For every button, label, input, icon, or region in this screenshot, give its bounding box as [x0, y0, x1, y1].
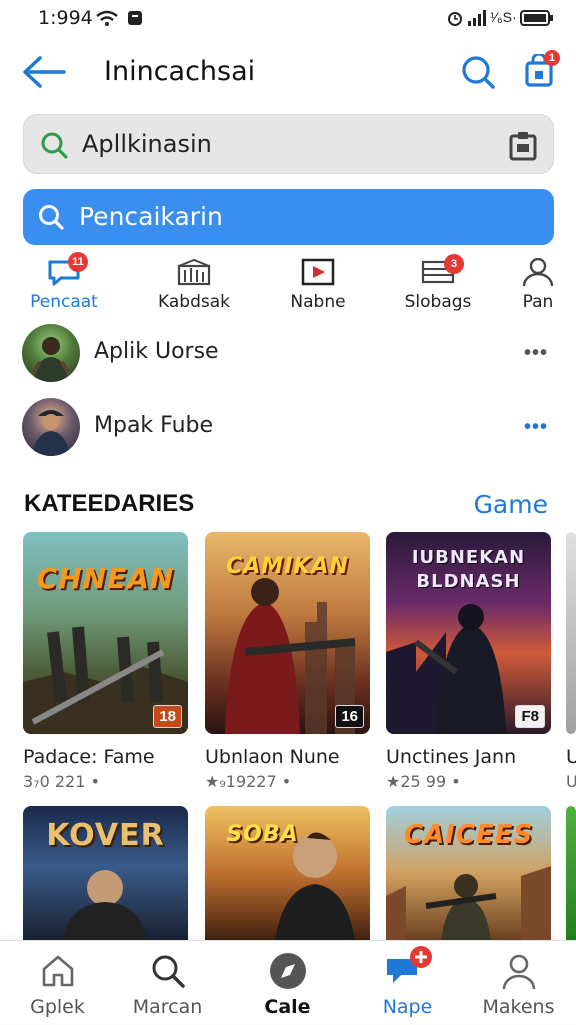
game-logo: CAMIKAN [226, 554, 349, 579]
game-card[interactable]: U U [566, 532, 576, 832]
age-rating-badge: 18 [153, 705, 182, 728]
tab-badge: 3 [444, 254, 464, 274]
alarm-icon [448, 12, 462, 26]
game-cover: CAMIKAN 16 [205, 532, 370, 734]
tab-label: Kabdsak [158, 292, 230, 312]
nav-label: Makens [482, 996, 555, 1018]
signal-icon [468, 10, 486, 26]
nav-item-makens[interactable]: Makens [461, 941, 576, 1025]
shopping-bag-button[interactable]: 1 [524, 50, 560, 88]
primary-search-button[interactable]: Pencaikarin [23, 189, 554, 245]
game-stats: U [566, 772, 576, 791]
game-title: U [566, 746, 576, 768]
notification-icon [128, 11, 142, 25]
network-label: ¹⁄₆S· [490, 9, 517, 25]
nav-item-nape[interactable]: Nape [350, 941, 465, 1025]
status-time: 1:994 [38, 7, 93, 29]
tab-nabne[interactable]: Nabne [282, 254, 354, 316]
game-stats: 3₇0 221 • [23, 772, 100, 791]
avatar [22, 324, 80, 382]
tab-slobags[interactable]: 3 Slobags [400, 254, 476, 316]
game-logo: CHNEAN [36, 562, 175, 595]
avatar-figure [32, 337, 70, 382]
search-value: Apllkinasin [82, 130, 212, 158]
game-card[interactable]: SOBA [205, 806, 370, 941]
game-card[interactable]: CAICEES [386, 806, 551, 941]
nav-label: Cale [264, 996, 311, 1018]
see-all-link[interactable]: Game [474, 490, 548, 519]
game-title: Unctines Jann [386, 746, 517, 768]
search-icon[interactable] [460, 54, 496, 90]
section-title: KATEEDARIES [24, 490, 195, 517]
list-item[interactable]: Aplik Uorse ••• [22, 324, 554, 386]
age-rating-badge: F8 [515, 705, 545, 728]
age-rating-badge: 16 [335, 705, 364, 728]
person-icon [502, 954, 535, 990]
compass-icon [269, 953, 306, 989]
more-options-icon[interactable]: ••• [524, 342, 548, 365]
bag-badge: 1 [544, 50, 560, 66]
game-cover: IUBNEKAN BLDNASH F8 [386, 532, 551, 734]
tab-label: Pan [522, 292, 554, 312]
battery-icon [520, 10, 553, 26]
page-title: Inincachsai [104, 56, 256, 87]
chat-plus-icon [386, 946, 432, 983]
tab-pan[interactable]: Pan [516, 254, 560, 316]
game-logo: SOBA [226, 822, 299, 847]
game-cover [566, 532, 576, 734]
tab-label: Slobags [404, 292, 472, 312]
game-cover: CHNEAN 18 [23, 532, 188, 734]
person-icon [522, 258, 554, 286]
avatar-figure [32, 410, 70, 456]
search-field[interactable]: Apllkinasin [23, 114, 554, 174]
clipboard-icon[interactable] [509, 131, 537, 161]
search-icon [39, 205, 64, 230]
search-icon [152, 955, 185, 988]
tab-label: Nabne [290, 292, 346, 312]
library-icon [177, 258, 211, 286]
game-title: Padace: Fame [23, 746, 155, 768]
tab-label: Pencaat [30, 292, 98, 312]
nav-label: Marcan [132, 996, 203, 1018]
tab-pencaat[interactable]: 11 Pencaat [22, 252, 106, 316]
nav-item-gplek[interactable]: Gplek [0, 941, 115, 1025]
tab-badge: 11 [68, 252, 88, 272]
game-logo: IUBNEKAN BLDNASH [411, 547, 526, 592]
tab-kabdsak[interactable]: Kabdsak [150, 254, 238, 316]
search-icon [41, 132, 68, 159]
game-logo: CAICEES [403, 820, 534, 850]
nav-label: Nape [382, 996, 433, 1018]
user-name: Mpak Fube [94, 413, 214, 438]
game-title: Ubnlaon Nune [205, 746, 340, 768]
avatar [22, 398, 80, 456]
nav-item-marcan[interactable]: Marcan [110, 941, 225, 1025]
more-options-icon[interactable]: ••• [524, 416, 548, 439]
wifi-icon [96, 10, 118, 26]
game-card[interactable]: KOVER [23, 806, 188, 941]
video-icon [301, 258, 335, 286]
game-stats: ★₉19227 • [205, 772, 292, 791]
nav-item-cale[interactable]: Cale [230, 941, 345, 1025]
status-bar: 1:994 ¹⁄₆S· [0, 0, 576, 36]
list-item[interactable]: Mpak Fube ••• [22, 398, 554, 460]
game-card[interactable] [566, 806, 576, 941]
bottom-navigation: Gplek Marcan Cale Nape Makens [0, 940, 576, 1024]
nav-label: Gplek [30, 996, 85, 1018]
home-icon [42, 955, 73, 987]
user-name: Aplik Uorse [94, 339, 219, 364]
game-logo: KOVER [46, 818, 165, 853]
primary-button-label: Pencaikarin [79, 202, 223, 231]
game-stats: ★25 99 • [386, 772, 461, 791]
back-arrow-icon[interactable] [20, 54, 66, 90]
